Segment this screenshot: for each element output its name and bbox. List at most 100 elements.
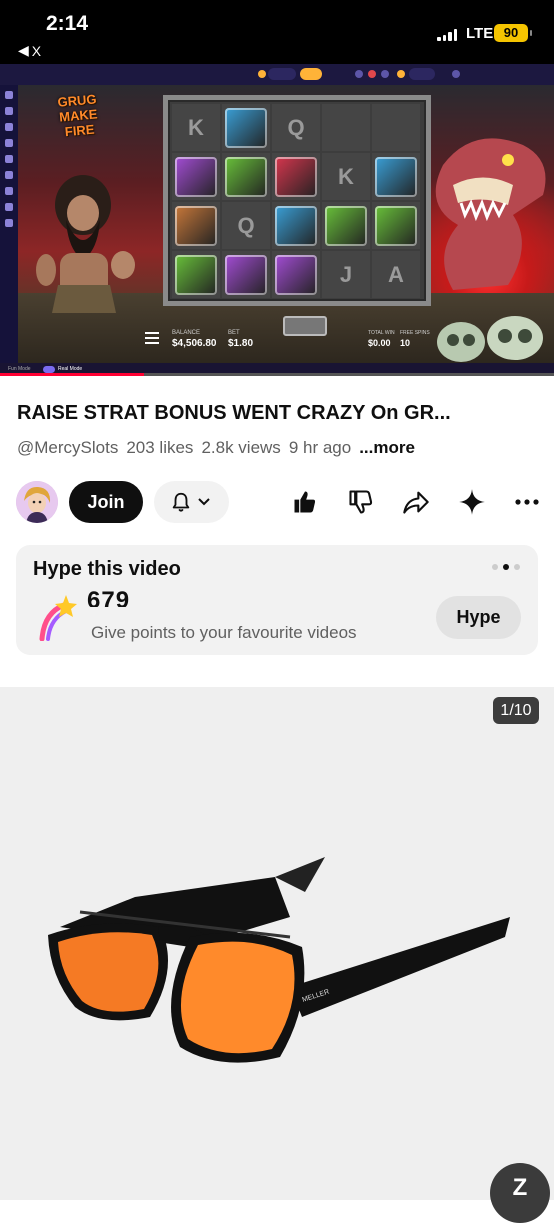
join-button[interactable]: Join xyxy=(69,481,143,523)
reel-cell xyxy=(322,202,370,249)
like-icon[interactable] xyxy=(291,488,319,516)
balance-value: $4,506.80 xyxy=(172,338,217,349)
reel-cell xyxy=(172,153,220,200)
reel-cell: K xyxy=(172,104,220,151)
dinosaur-symbol-icon xyxy=(275,254,317,295)
bet-label: BET xyxy=(228,330,240,336)
dislike-icon[interactable] xyxy=(347,488,375,516)
action-row: Join xyxy=(0,480,554,524)
reel-cell: Q xyxy=(272,104,320,151)
coin-icon xyxy=(258,70,266,78)
network-type: LTE xyxy=(466,25,494,42)
settings-icon xyxy=(452,70,460,78)
video-meta[interactable]: @MercySlots 203 likes 2.8k views 9 hr ag… xyxy=(17,438,415,458)
hype-points-count: 679 xyxy=(87,587,131,607)
more-options-icon[interactable] xyxy=(513,488,541,516)
back-app-label: X xyxy=(31,42,42,59)
reel-cell xyxy=(172,202,220,249)
menu-icon xyxy=(145,332,159,344)
fun-mode-label: Fun Mode xyxy=(8,366,31,372)
reel-cell xyxy=(272,251,320,298)
reel-cell xyxy=(272,202,320,249)
dinosaur-symbol-icon xyxy=(175,254,217,295)
dinosaur-symbol-icon xyxy=(225,156,267,197)
username-pill xyxy=(409,68,435,80)
back-to-app-link[interactable]: ◀ X xyxy=(18,42,41,59)
share-icon[interactable] xyxy=(402,488,430,516)
ad-page-counter: 1/10 xyxy=(493,697,539,724)
ad-carousel[interactable]: 1/10 MELLER xyxy=(0,687,554,1200)
reel-cell: K xyxy=(322,153,370,200)
mode-toggle xyxy=(43,366,55,373)
game-hud-right: TOTAL WIN $0.00 FREE SPINS 10 xyxy=(365,330,445,356)
dinosaur-symbol-icon xyxy=(275,205,317,246)
game-scene: GRUG MAKE FIRE KQKQJA xyxy=(18,85,554,363)
dinosaur-symbol-icon xyxy=(175,205,217,246)
dinosaur-symbol-icon xyxy=(175,156,217,197)
dinosaur-symbol-icon xyxy=(325,205,367,246)
hype-subtitle: Give points to your favourite videos xyxy=(91,623,357,642)
corner-action-button[interactable]: Z xyxy=(490,1163,550,1223)
views-count: 2.8k views xyxy=(201,438,281,457)
signal-icon xyxy=(437,29,457,41)
shooting-star-icon xyxy=(39,595,77,641)
deposit-button xyxy=(300,68,322,80)
bet-value: $1.80 xyxy=(228,338,254,349)
likes-count: 203 likes xyxy=(126,438,194,457)
total-win-value: $0.00 xyxy=(368,338,391,348)
game-logo: GRUG MAKE FIRE xyxy=(56,91,99,140)
reel-cell xyxy=(222,153,270,200)
hype-button[interactable]: Hype xyxy=(436,596,521,639)
alert-icon xyxy=(368,70,376,78)
channel-avatar[interactable] xyxy=(16,481,58,523)
reel-grid: KQKQJA xyxy=(172,104,420,298)
reel-cell xyxy=(322,104,370,151)
video-player[interactable]: GRUG MAKE FIRE KQKQJA BALANCE $4,506.80 … xyxy=(0,64,554,376)
dinosaur-symbol-icon xyxy=(225,254,267,295)
free-spins-value: 10 xyxy=(400,338,411,348)
status-bar: 2:14 ◀ X LTE 90 xyxy=(0,0,554,64)
bell-icon xyxy=(172,492,190,512)
dinosaur-figure xyxy=(435,138,546,290)
reel-cell xyxy=(222,104,270,151)
skulls-decoration xyxy=(437,316,543,362)
battery-level: 90 xyxy=(503,25,519,40)
upload-age: 9 hr ago xyxy=(288,438,352,457)
reel-cell xyxy=(372,153,420,200)
avatar-icon xyxy=(16,481,58,523)
reel-cell: Q xyxy=(222,202,270,249)
gift-icon xyxy=(355,70,363,78)
reel-cell: A xyxy=(372,251,420,298)
total-win-label: TOTAL WIN xyxy=(368,330,395,336)
game-sidebar xyxy=(0,85,18,363)
dinosaur-symbol-icon xyxy=(225,107,267,148)
sunglasses-product-image: MELLER xyxy=(48,857,510,1063)
profile-icon xyxy=(397,70,405,78)
balance-pill xyxy=(268,68,296,80)
reel-cell xyxy=(172,251,220,298)
back-triangle-icon: ◀ xyxy=(18,42,29,58)
reel-frame: KQKQJA xyxy=(163,95,431,306)
dinosaur-symbol-icon xyxy=(375,205,417,246)
reel-cell: J xyxy=(322,251,370,298)
reel-cell xyxy=(372,104,420,151)
reel-cell xyxy=(222,251,270,298)
hype-title: Hype this video xyxy=(33,558,181,580)
game-topbar xyxy=(0,64,554,85)
channel-handle: @MercySlots xyxy=(17,438,119,457)
video-title[interactable]: RAISE STRAT BONUS WENT CRAZY On GR... xyxy=(17,402,542,425)
clock: 2:14 xyxy=(46,12,89,35)
balance-label: BALANCE xyxy=(172,330,201,336)
reel-cell xyxy=(272,153,320,200)
caveman-figure xyxy=(36,175,135,313)
more-link[interactable]: ...more xyxy=(359,438,415,458)
real-mode-label: Real Mode xyxy=(58,366,83,372)
battery-icon: 90 xyxy=(494,24,532,42)
carousel-dots xyxy=(492,564,520,570)
sparkle-icon[interactable] xyxy=(458,488,486,516)
content-panel: RAISE STRAT BONUS WENT CRAZY On GR... @M… xyxy=(0,376,554,1223)
reel-cell xyxy=(372,202,420,249)
free-spins-label: FREE SPINS xyxy=(400,330,430,336)
hype-card: Hype this video 679 Give points to your … xyxy=(16,545,538,655)
subscription-bell-button[interactable] xyxy=(154,481,229,523)
